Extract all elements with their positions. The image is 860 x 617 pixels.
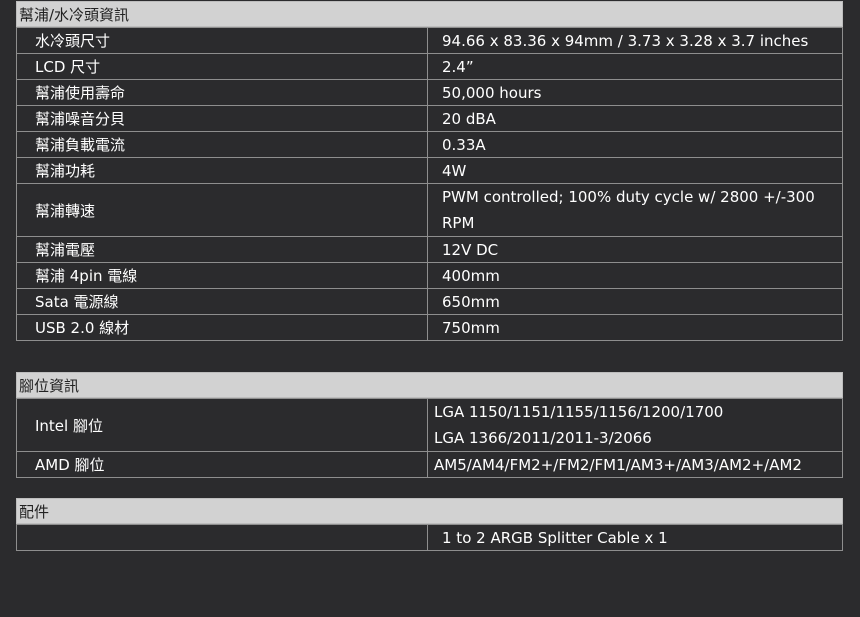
spec-row-block-size: 水冷頭尺寸 94.66 x 83.36 x 94mm / 3.73 x 3.28… bbox=[16, 27, 843, 54]
spec-row-amd-socket: AMD 腳位 AM5/AM4/FM2+/FM2/FM1/AM3+/AM3/AM2… bbox=[16, 451, 843, 478]
spec-value: 650mm bbox=[427, 288, 843, 315]
spec-row-pump-voltage: 幫浦電壓 12V DC bbox=[16, 236, 843, 263]
spec-label: LCD 尺寸 bbox=[16, 53, 428, 80]
spec-row-pump-lifespan: 幫浦使用壽命 50,000 hours bbox=[16, 79, 843, 106]
spec-value: 400mm bbox=[427, 262, 843, 289]
spec-row-splitter-cable: 1 to 2 ARGB Splitter Cable x 1 bbox=[16, 524, 843, 551]
spec-value: 50,000 hours bbox=[427, 79, 843, 106]
spec-value: 0.33A bbox=[427, 131, 843, 158]
spec-label: 幫浦 4pin 電線 bbox=[16, 262, 428, 289]
spec-value: LGA 1150/1151/1155/1156/1200/1700 LGA 13… bbox=[427, 398, 843, 452]
spec-label: 幫浦負載電流 bbox=[16, 131, 428, 158]
spec-row-pump-current: 幫浦負載電流 0.33A bbox=[16, 131, 843, 158]
spec-label: Sata 電源線 bbox=[16, 288, 428, 315]
spec-label: 幫浦噪音分貝 bbox=[16, 105, 428, 132]
spec-label: 幫浦電壓 bbox=[16, 236, 428, 263]
spec-label: 水冷頭尺寸 bbox=[16, 27, 428, 54]
spec-label: 幫浦使用壽命 bbox=[16, 79, 428, 106]
spec-row-usb-cable: USB 2.0 線材 750mm bbox=[16, 314, 843, 341]
socket-spec-table: Intel 腳位 LGA 1150/1151/1155/1156/1200/17… bbox=[16, 398, 843, 478]
spec-value: 12V DC bbox=[427, 236, 843, 263]
spec-value: 750mm bbox=[427, 314, 843, 341]
spec-value: PWM controlled; 100% duty cycle w/ 2800 … bbox=[427, 183, 843, 237]
pump-spec-table: 水冷頭尺寸 94.66 x 83.36 x 94mm / 3.73 x 3.28… bbox=[16, 27, 843, 341]
spec-label: USB 2.0 線材 bbox=[16, 314, 428, 341]
spec-row-sata-cable: Sata 電源線 650mm bbox=[16, 288, 843, 315]
spec-value: 2.4” bbox=[427, 53, 843, 80]
spec-label bbox=[16, 524, 428, 551]
spec-label: Intel 腳位 bbox=[16, 398, 428, 452]
accessory-table: 1 to 2 ARGB Splitter Cable x 1 bbox=[16, 524, 843, 551]
spec-label: 幫浦轉速 bbox=[16, 183, 428, 237]
spec-value: 1 to 2 ARGB Splitter Cable x 1 bbox=[427, 524, 843, 551]
pump-section-title: 幫浦/水冷頭資訊 bbox=[16, 1, 843, 27]
spec-row-intel-socket: Intel 腳位 LGA 1150/1151/1155/1156/1200/17… bbox=[16, 398, 843, 452]
spec-row-pump-power: 幫浦功耗 4W bbox=[16, 157, 843, 184]
spec-value: AM5/AM4/FM2+/FM2/FM1/AM3+/AM3/AM2+/AM2 bbox=[427, 451, 843, 478]
spec-value: 4W bbox=[427, 157, 843, 184]
socket-section-title: 腳位資訊 bbox=[16, 372, 843, 398]
spec-page: 幫浦/水冷頭資訊 水冷頭尺寸 94.66 x 83.36 x 94mm / 3.… bbox=[0, 0, 860, 617]
spec-row-pump-speed: 幫浦轉速 PWM controlled; 100% duty cycle w/ … bbox=[16, 183, 843, 237]
spec-row-pump-4pin-cable: 幫浦 4pin 電線 400mm bbox=[16, 262, 843, 289]
intel-socket-line-2: LGA 1366/2011/2011-3/2066 bbox=[434, 429, 652, 447]
socket-spec-section: 腳位資訊 Intel 腳位 LGA 1150/1151/1155/1156/12… bbox=[16, 372, 843, 478]
spec-value: 94.66 x 83.36 x 94mm / 3.73 x 3.28 x 3.7… bbox=[427, 27, 843, 54]
spec-value: 20 dBA bbox=[427, 105, 843, 132]
spec-label: 幫浦功耗 bbox=[16, 157, 428, 184]
spec-label: AMD 腳位 bbox=[16, 451, 428, 478]
spec-row-pump-noise: 幫浦噪音分貝 20 dBA bbox=[16, 105, 843, 132]
spec-row-lcd-size: LCD 尺寸 2.4” bbox=[16, 53, 843, 80]
intel-socket-line-1: LGA 1150/1151/1155/1156/1200/1700 bbox=[434, 403, 724, 421]
pump-spec-section: 幫浦/水冷頭資訊 水冷頭尺寸 94.66 x 83.36 x 94mm / 3.… bbox=[16, 1, 843, 341]
accessory-section: 配件 1 to 2 ARGB Splitter Cable x 1 bbox=[16, 498, 843, 551]
accessory-section-title: 配件 bbox=[16, 498, 843, 524]
